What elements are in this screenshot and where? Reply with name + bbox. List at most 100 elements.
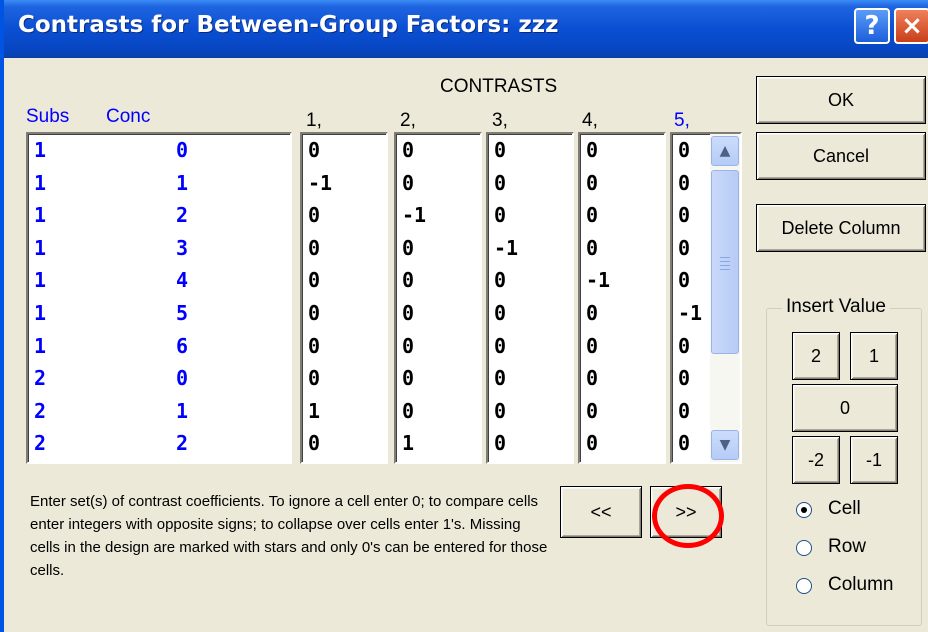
scroll-up-icon[interactable]: ▲ <box>711 136 739 166</box>
radio-icon[interactable] <box>796 540 812 556</box>
contrast-cell[interactable]: -1 <box>494 236 518 260</box>
contrast-cell[interactable]: 0 <box>678 236 690 260</box>
contrast-cell[interactable]: 0 <box>586 301 598 325</box>
cancel-button[interactable]: Cancel <box>756 132 926 180</box>
insert-value-neg1-button[interactable]: -1 <box>850 436 898 484</box>
contrast-col-1-header: 1, <box>306 110 322 131</box>
contrast-cell[interactable]: 1 <box>402 431 414 455</box>
insert-value-0-button[interactable]: 0 <box>792 384 898 432</box>
subs-cell[interactable]: 1 <box>34 334 46 358</box>
insert-value-neg2-button[interactable]: -2 <box>792 436 840 484</box>
contrast-cell[interactable]: 0 <box>494 399 506 423</box>
contrast-column-1[interactable]: 0 -1 0 0 0 0 0 0 1 0 <box>300 132 388 464</box>
contrast-cell[interactable]: 0 <box>402 138 414 162</box>
contrasts-dialog: Contrasts for Between-Group Factors: zzz… <box>0 0 928 632</box>
radio-selected-icon[interactable] <box>796 502 812 518</box>
contrast-cell[interactable]: -1 <box>678 301 702 325</box>
contrast-cell[interactable]: 0 <box>308 203 320 227</box>
subs-cell[interactable]: 1 <box>34 236 46 260</box>
contrast-column-3[interactable]: 0 0 0 -1 0 0 0 0 0 0 <box>486 132 574 464</box>
ok-button[interactable]: OK <box>756 76 926 124</box>
contrast-cell[interactable]: 0 <box>494 334 506 358</box>
conc-cell[interactable]: 1 <box>176 171 188 195</box>
contrast-cell[interactable]: 0 <box>308 236 320 260</box>
contrast-cell[interactable]: 0 <box>402 399 414 423</box>
previous-button[interactable]: << <box>560 486 642 538</box>
conc-cell[interactable]: 0 <box>176 366 188 390</box>
contrast-cell[interactable]: 0 <box>402 301 414 325</box>
help-button[interactable]: ? <box>854 8 890 44</box>
contrast-cell[interactable]: 0 <box>308 268 320 292</box>
contrast-cell[interactable]: 0 <box>586 431 598 455</box>
scroll-down-icon[interactable]: ▼ <box>711 430 739 460</box>
contrast-cell[interactable]: 0 <box>494 203 506 227</box>
contrast-cell[interactable]: 0 <box>678 268 690 292</box>
subs-cell[interactable]: 1 <box>34 138 46 162</box>
contrast-cell[interactable]: 0 <box>308 301 320 325</box>
contrast-cell[interactable]: 0 <box>402 366 414 390</box>
contrast-cell[interactable]: -1 <box>308 171 332 195</box>
contrast-cell[interactable]: 0 <box>402 334 414 358</box>
contrast-cell[interactable]: 0 <box>678 366 690 390</box>
subs-cell[interactable]: 1 <box>34 171 46 195</box>
conc-cell[interactable]: 5 <box>176 301 188 325</box>
contrast-cell[interactable]: 0 <box>308 366 320 390</box>
contrast-cell[interactable]: 0 <box>586 236 598 260</box>
contrast-cell[interactable]: 0 <box>586 366 598 390</box>
insert-value-1-button[interactable]: 1 <box>850 332 898 380</box>
radio-icon[interactable] <box>796 578 812 594</box>
conc-cell[interactable]: 6 <box>176 334 188 358</box>
contrast-cell[interactable]: 0 <box>494 301 506 325</box>
contrast-cell[interactable]: 0 <box>586 138 598 162</box>
contrast-cell[interactable]: 0 <box>678 138 690 162</box>
contrast-cell[interactable]: 0 <box>494 171 506 195</box>
contrast-cell[interactable]: 0 <box>494 138 506 162</box>
subs-cell[interactable]: 1 <box>34 203 46 227</box>
contrast-cell[interactable]: 0 <box>402 268 414 292</box>
contrast-cell[interactable]: 1 <box>308 399 320 423</box>
contrast-cell[interactable]: 0 <box>494 431 506 455</box>
contrast-cell[interactable]: 0 <box>586 334 598 358</box>
contrast-cell[interactable]: 0 <box>308 334 320 358</box>
contrast-col-4-header: 4, <box>582 110 598 131</box>
insert-value-2-button[interactable]: 2 <box>792 332 840 380</box>
contrast-cell[interactable]: 0 <box>494 268 506 292</box>
contrast-col-3-header: 3, <box>492 110 508 131</box>
conc-cell[interactable]: 1 <box>176 399 188 423</box>
subs-cell[interactable]: 1 <box>34 268 46 292</box>
instructions-text: Enter set(s) of contrast coefficients. T… <box>30 493 548 579</box>
contrast-cell[interactable]: 0 <box>402 236 414 260</box>
contrast-cell[interactable]: 0 <box>586 203 598 227</box>
conc-cell[interactable]: 2 <box>176 203 188 227</box>
window-title: Contrasts for Between-Group Factors: zzz <box>18 12 559 38</box>
subs-cell[interactable]: 2 <box>34 366 46 390</box>
contrast-cell[interactable]: 0 <box>308 431 320 455</box>
contrast-cell[interactable]: 0 <box>678 203 690 227</box>
subs-cell[interactable]: 1 <box>34 301 46 325</box>
contrast-cell[interactable]: -1 <box>586 268 610 292</box>
conc-cell[interactable]: 0 <box>176 138 188 162</box>
contrast-cell[interactable]: 0 <box>402 171 414 195</box>
subs-cell[interactable]: 2 <box>34 431 46 455</box>
conc-cell[interactable]: 2 <box>176 431 188 455</box>
contrast-cell[interactable]: 0 <box>678 399 690 423</box>
subs-cell[interactable]: 2 <box>34 399 46 423</box>
contrast-column-2[interactable]: 0 0 -1 0 0 0 0 0 0 1 <box>394 132 482 464</box>
contrast-cell[interactable]: 0 <box>586 399 598 423</box>
contrast-cell[interactable]: 0 <box>494 366 506 390</box>
contrast-cell[interactable]: 0 <box>308 138 320 162</box>
contrast-cell[interactable]: -1 <box>402 203 426 227</box>
contrast-cell[interactable]: 0 <box>678 171 690 195</box>
scroll-thumb[interactable] <box>711 170 739 354</box>
close-button[interactable]: × <box>894 8 928 44</box>
delete-column-button[interactable]: Delete Column <box>756 204 926 252</box>
conc-header: Conc <box>106 106 151 127</box>
vertical-scrollbar[interactable]: ▲ ▼ <box>710 134 740 462</box>
conc-cell[interactable]: 4 <box>176 268 188 292</box>
contrast-cell[interactable]: 0 <box>678 431 690 455</box>
contrast-cell[interactable]: 0 <box>678 334 690 358</box>
conc-cell[interactable]: 3 <box>176 236 188 260</box>
contrast-column-4[interactable]: 0 0 0 0 -1 0 0 0 0 0 <box>578 132 666 464</box>
cells-list[interactable]: 1 0 1 1 1 2 1 3 1 4 1 5 1 6 2 0 2 1 2 2 <box>26 132 292 464</box>
contrast-cell[interactable]: 0 <box>586 171 598 195</box>
